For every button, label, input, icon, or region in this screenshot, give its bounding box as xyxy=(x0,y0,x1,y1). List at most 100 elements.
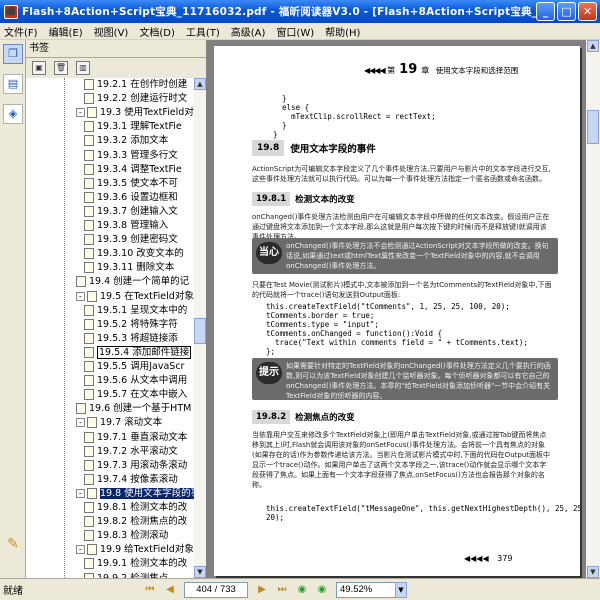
bookmark-item[interactable]: 19.5.5 调用JavaScr xyxy=(84,360,194,374)
doc-scroll-up-icon[interactable]: ▲ xyxy=(587,40,599,52)
bookmark-page-icon xyxy=(84,459,94,471)
bookmark-chapter-item[interactable]: 19.4 创建一个简单的记 xyxy=(76,275,194,289)
bookmark-item[interactable]: 19.7.3 用滚动条滚动 xyxy=(84,459,194,473)
bookmark-item[interactable]: 19.8.1 检测文本的改 xyxy=(84,501,194,515)
bookmark-chapter-item[interactable]: - 19.8 使用文本字段的事 xyxy=(76,487,194,501)
close-button[interactable]: ✕ xyxy=(578,2,597,21)
bookmark-tree[interactable]: 19.2.1 在创作时创建 19.2.2 创建运行时文 - 19.3 使用TextFi… xyxy=(26,78,194,578)
zoom-dropdown-icon[interactable]: ▼ xyxy=(395,581,407,598)
bookmark-item[interactable]: 19.3.6 设置边框和 xyxy=(84,191,194,205)
collapse-icon[interactable]: - xyxy=(76,488,85,498)
collapse-icon[interactable]: - xyxy=(76,545,85,555)
bookmark-item[interactable]: 19.2.1 在创作时创建 xyxy=(84,78,194,92)
collapse-icon[interactable]: - xyxy=(76,418,85,428)
bookmark-item[interactable]: 19.5.1 呈现文本中的 xyxy=(84,304,194,318)
bookmark-item[interactable]: 19.3.8 管理输入 xyxy=(84,219,194,233)
menu-window[interactable]: 窗口(W) xyxy=(276,24,314,39)
bookmark-chapter-item[interactable]: - 19.9 给TextField对象 xyxy=(76,543,194,557)
bookmark-item[interactable]: 19.7.2 水平滚动文 xyxy=(84,445,194,459)
bookmark-item[interactable]: 19.3.1 理解TextFie xyxy=(84,120,194,134)
bookmark-label: 19.3.5 使文本不可 xyxy=(97,177,178,189)
code-block-2: this.createTextField("tComments", 1, 25,… xyxy=(266,302,528,356)
bookmark-item[interactable]: 19.8.2 检测焦点的改 xyxy=(84,515,194,529)
new-bookmark-icon[interactable]: ▥ xyxy=(76,61,90,75)
header-chapter-pre: 第 xyxy=(387,66,396,75)
bookmark-item[interactable]: 19.5.6 从文本中调用 xyxy=(84,374,194,388)
bookmark-label: 19.4 创建一个简单的记 xyxy=(89,276,190,288)
minimize-button[interactable]: _ xyxy=(536,2,555,21)
bookmark-page-icon xyxy=(84,149,94,161)
subsection-heading-2: 19.8.2 检测焦点的改变 xyxy=(252,410,355,424)
bookmark-item[interactable]: 19.8.3 检测滚动 xyxy=(84,529,194,543)
collapse-icon[interactable]: - xyxy=(76,108,85,118)
bookmark-page-icon xyxy=(84,445,94,457)
pages-icon[interactable]: ▤ xyxy=(3,74,23,94)
menu-view[interactable]: 视图(V) xyxy=(94,24,129,39)
zoom-input[interactable] xyxy=(336,581,396,598)
back-icon[interactable]: ◉ xyxy=(294,583,310,597)
bookmark-label: 19.3.4 调整TextFie xyxy=(97,163,182,175)
bookmark-item[interactable]: 19.5.2 将特殊字符 xyxy=(84,318,194,332)
scroll-down-icon[interactable]: ▼ xyxy=(194,566,206,578)
menu-help[interactable]: 帮助(H) xyxy=(325,24,360,39)
bookmark-page-icon xyxy=(84,558,94,570)
scroll-up-icon[interactable]: ▲ xyxy=(194,78,206,90)
bookmark-scrollbar[interactable]: ▲ ▼ xyxy=(194,78,206,578)
collapse-icon[interactable]: - xyxy=(76,291,85,301)
doc-scroll-down-icon[interactable]: ▼ xyxy=(587,566,599,578)
attachment-icon[interactable]: ✎ xyxy=(3,536,23,556)
bookmark-chapter-item[interactable]: - 19.3 使用TextField对象 xyxy=(76,106,194,120)
next-page-icon[interactable]: ▶ xyxy=(254,583,270,597)
prev-page-icon[interactable]: ◀ xyxy=(162,583,178,597)
menu-advanced[interactable]: 高级(A) xyxy=(231,24,266,39)
menu-document[interactable]: 文档(D) xyxy=(139,24,175,39)
menu-tools[interactable]: 工具(T) xyxy=(186,24,220,39)
title-bar[interactable]: ⬛ Flash+8Action+Script宝典_11716032.pdf - … xyxy=(0,0,600,23)
bookmark-item[interactable]: 19.5.3 将超链接添 xyxy=(84,332,194,346)
bookmark-item[interactable]: 19.7.4 按像素滚动 xyxy=(84,473,194,487)
bookmark-item[interactable]: 19.2.2 创建运行时文 xyxy=(84,92,194,106)
bookmark-item[interactable]: 19.3.7 创建输入文 xyxy=(84,205,194,219)
bookmark-chapter-item[interactable]: 19.6 创建一个基于HTM xyxy=(76,402,194,416)
delete-bookmark-icon[interactable]: 🗑 xyxy=(54,61,68,75)
menu-edit[interactable]: 编辑(E) xyxy=(49,24,83,39)
bookmark-chapter-item[interactable]: - 19.5 在TextField对象中 xyxy=(76,290,194,304)
forward-icon[interactable]: ◉ xyxy=(314,583,330,597)
bookmark-item[interactable]: 19.3.10 改变文本的 xyxy=(84,247,194,261)
bookmark-item[interactable]: 19.5.4 添加邮件链接 xyxy=(84,345,194,360)
bookmark-item[interactable]: 19.3.2 添加文本 xyxy=(84,134,194,148)
pdf-page: ◀◀◀◀ 第 19 章 使用文本字段和选择范围 } else { mTextClip… xyxy=(214,46,580,576)
bookmark-label: 19.5.7 在文本中嵌入 xyxy=(97,389,188,401)
bookmark-page-icon xyxy=(84,332,94,344)
layers-icon[interactable]: ◈ xyxy=(3,104,23,124)
bookmark-page-icon xyxy=(84,516,94,528)
bookmark-page-icon xyxy=(84,431,94,443)
bookmark-icon[interactable]: ❐ xyxy=(3,44,23,64)
first-page-icon[interactable]: ⏮ xyxy=(142,583,158,597)
bookmark-item[interactable]: 19.9.1 检测文本的改 xyxy=(84,557,194,571)
bookmark-item[interactable]: 19.3.11 删除文本 xyxy=(84,261,194,275)
document-view[interactable]: ◀◀◀◀ 第 19 章 使用文本字段和选择范围 } else { mTextClip… xyxy=(206,40,600,578)
bookmark-item[interactable]: 19.3.5 使文本不可 xyxy=(84,177,194,191)
header-title: 使用文本字段和选择范围 xyxy=(435,66,519,75)
subsection-number-1: 19.8.1 xyxy=(252,192,291,206)
bookmark-page-icon xyxy=(87,544,97,556)
bookmark-scroll-thumb[interactable] xyxy=(194,318,206,344)
header-chapter-num: 19 xyxy=(399,62,418,77)
maximize-button[interactable]: □ xyxy=(557,2,576,21)
bookmark-item[interactable]: 19.5.7 在文本中嵌入 xyxy=(84,388,194,402)
bookmark-item[interactable]: 19.3.3 管理多行文 xyxy=(84,149,194,163)
section-heading: 19.8 使用文本字段的事件 xyxy=(252,140,376,156)
bookmark-item[interactable]: 19.7.1 垂直滚动文本 xyxy=(84,431,194,445)
bookmark-label: 19.7.4 按像素滚动 xyxy=(97,473,178,485)
document-scrollbar[interactable]: ▲ ▼ xyxy=(586,40,600,578)
status-text: 就绪 xyxy=(3,586,23,597)
bookmark-item[interactable]: 19.3.4 调整TextFie xyxy=(84,163,194,177)
document-scroll-thumb[interactable] xyxy=(587,110,599,144)
bookmark-options-icon[interactable]: ▣ xyxy=(32,61,46,75)
menu-file[interactable]: 文件(F) xyxy=(4,24,38,39)
page-number-input[interactable] xyxy=(184,581,248,598)
bookmark-chapter-item[interactable]: - 19.7 滚动文本 xyxy=(76,416,194,430)
last-page-icon[interactable]: ⏭ xyxy=(274,583,290,597)
bookmark-item[interactable]: 19.3.9 创建密码文 xyxy=(84,233,194,247)
